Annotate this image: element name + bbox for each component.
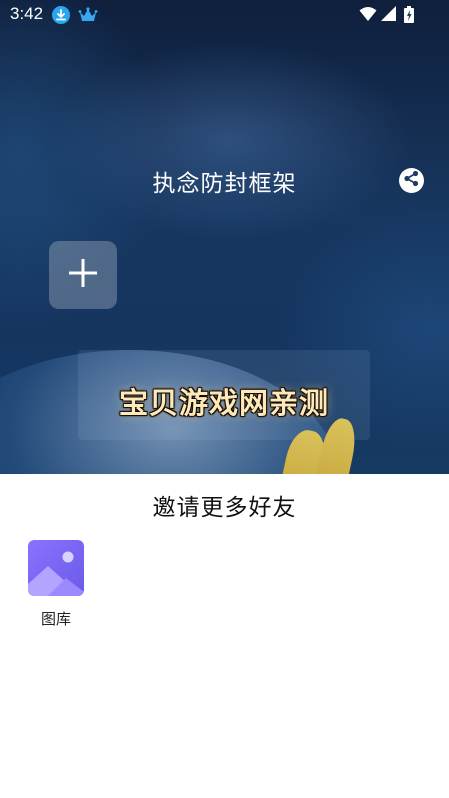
crown-icon [78,6,98,24]
share-button[interactable] [399,168,424,193]
share-sheet-title: 邀请更多好友 [152,495,297,521]
status-bar: 3:42 [0,0,449,30]
gallery-icon [28,540,84,596]
share-option-gallery[interactable]: 图库 [22,540,90,629]
share-icon [403,170,420,191]
battery-icon [404,6,414,23]
download-icon [52,6,70,24]
add-button[interactable] [49,241,117,309]
plus-icon [67,257,99,293]
page-title: 执念防封框架 [152,171,297,197]
share-option-label: 图库 [40,610,71,628]
share-sheet: 邀请更多好友 图库 [0,474,449,798]
wifi-icon [359,6,377,22]
signal-icon [381,6,396,21]
status-time: 3:42 [10,4,44,23]
watermark-text: 宝贝游戏网亲测 [118,386,329,420]
